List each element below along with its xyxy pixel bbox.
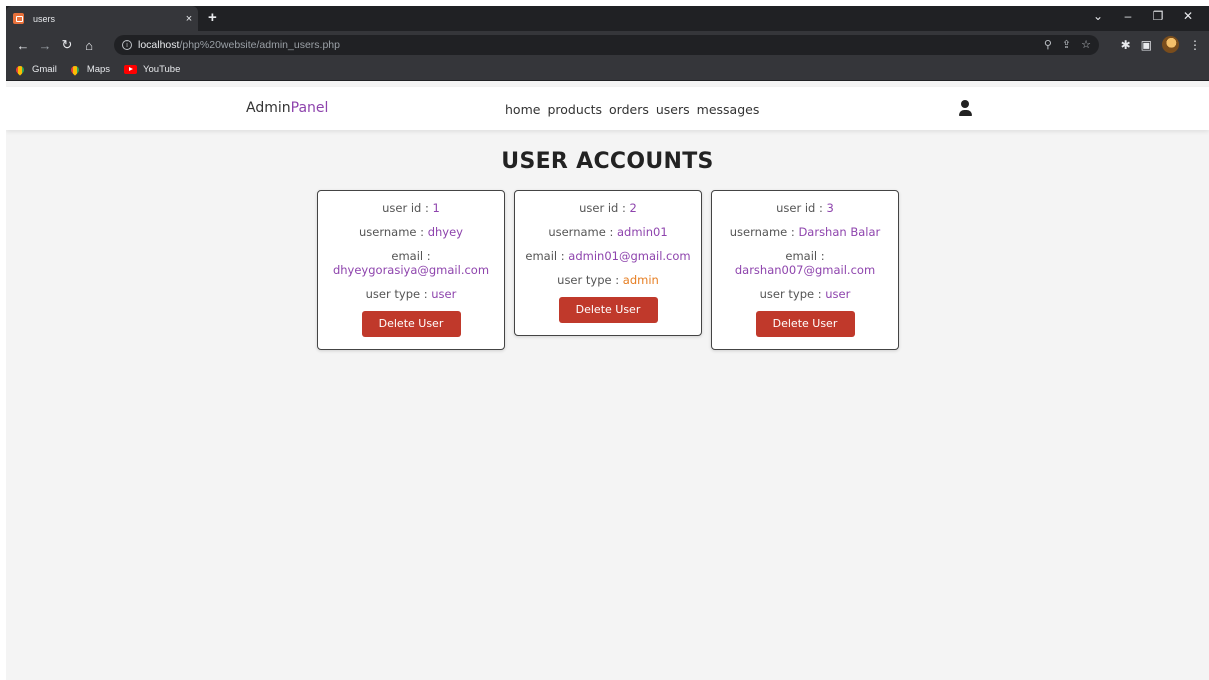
page-content: AdminPanel home products orders users me… bbox=[6, 87, 1209, 680]
user-type-row: user type : user bbox=[322, 287, 500, 301]
restore-icon[interactable]: ❐ bbox=[1143, 9, 1173, 23]
username-row: username : Darshan Balar bbox=[716, 225, 894, 239]
email-row: email : admin01@gmail.com bbox=[519, 249, 697, 263]
delete-user-button[interactable]: Delete User bbox=[755, 311, 855, 337]
browser-tab[interactable]: users × bbox=[6, 6, 198, 31]
tab-close-icon[interactable]: × bbox=[180, 13, 198, 25]
user-type-value: user bbox=[825, 287, 851, 301]
user-card: user id : 3 username : Darshan Balar ema… bbox=[711, 190, 899, 350]
bookmarks-bar: Gmail Maps YouTube bbox=[6, 59, 1209, 81]
user-type-row: user type : user bbox=[716, 287, 894, 301]
browser-toolbar: ← → ↻ ⌂ i localhost/php%20website/admin_… bbox=[6, 31, 1209, 59]
zoom-icon[interactable]: ⚲ bbox=[1044, 38, 1052, 51]
user-icon[interactable] bbox=[958, 100, 972, 117]
username-row: username : dhyey bbox=[322, 225, 500, 239]
email-value: darshan007@gmail.com bbox=[734, 263, 876, 277]
delete-user-button[interactable]: Delete User bbox=[558, 297, 658, 323]
home-icon[interactable]: ⌂ bbox=[78, 38, 100, 53]
user-icon-head bbox=[961, 100, 969, 108]
back-icon[interactable]: ← bbox=[12, 38, 34, 53]
email-value: dhyeygorasiya@gmail.com bbox=[332, 263, 490, 277]
user-id-value: 3 bbox=[826, 201, 834, 215]
bookmark-label: YouTube bbox=[143, 64, 181, 75]
user-type-label: user type : bbox=[759, 287, 826, 301]
user-id-row: user id : 1 bbox=[322, 201, 500, 215]
close-window-icon[interactable]: ✕ bbox=[1173, 9, 1203, 23]
maps-icon bbox=[69, 63, 81, 76]
user-type-label: user type : bbox=[557, 273, 623, 287]
bookmark-youtube[interactable]: YouTube bbox=[124, 64, 180, 75]
user-cards: user id : 1 username : dhyey email : dhy… bbox=[317, 190, 899, 350]
email-row: email : darshan007@gmail.com bbox=[716, 249, 894, 277]
share-icon[interactable]: ⇪ bbox=[1062, 38, 1071, 51]
profile-avatar[interactable] bbox=[1162, 36, 1179, 53]
logo-accent: Panel bbox=[290, 100, 329, 116]
browser-window: users × + ⌄ – ❐ ✕ ← → ↻ ⌂ i localhost/ph… bbox=[6, 6, 1209, 680]
user-icon-body bbox=[958, 110, 972, 116]
favicon-icon bbox=[13, 13, 24, 24]
email-label: email : bbox=[391, 249, 431, 263]
menu-icon[interactable]: ⋮ bbox=[1189, 38, 1201, 52]
window-controls: ⌄ – ❐ ✕ bbox=[1083, 9, 1203, 23]
youtube-icon bbox=[124, 65, 138, 74]
delete-user-button[interactable]: Delete User bbox=[361, 311, 461, 337]
address-bar[interactable]: i localhost/php%20website/admin_users.ph… bbox=[114, 35, 1099, 55]
username-value: admin01 bbox=[617, 225, 668, 239]
user-id-value: 2 bbox=[629, 201, 637, 215]
email-value: admin01@gmail.com bbox=[568, 249, 691, 263]
extensions-icon[interactable]: ✱ bbox=[1121, 38, 1131, 52]
user-type-value: admin bbox=[622, 273, 659, 287]
bookmark-label: Gmail bbox=[32, 64, 57, 75]
email-label: email : bbox=[785, 249, 825, 263]
bookmark-label: Maps bbox=[86, 64, 111, 75]
user-type-row: user type : admin bbox=[519, 273, 697, 287]
tab-search-icon[interactable]: ⌄ bbox=[1083, 9, 1113, 23]
user-type-value: user bbox=[431, 287, 457, 301]
nav-users[interactable]: users bbox=[656, 102, 690, 117]
username-label: username : bbox=[359, 225, 428, 239]
user-id-label: user id : bbox=[382, 201, 433, 215]
new-tab-button[interactable]: + bbox=[208, 9, 217, 26]
username-label: username : bbox=[548, 225, 617, 239]
forward-icon[interactable]: → bbox=[34, 38, 56, 53]
reload-icon[interactable]: ↻ bbox=[56, 37, 78, 53]
username-value: Darshan Balar bbox=[798, 225, 881, 239]
site-info-icon[interactable]: i bbox=[122, 40, 132, 50]
user-id-label: user id : bbox=[776, 201, 827, 215]
tab-strip: users × + ⌄ – ❐ ✕ bbox=[6, 6, 1209, 31]
logo[interactable]: AdminPanel bbox=[246, 100, 328, 116]
user-id-value: 1 bbox=[432, 201, 440, 215]
bookmark-star-icon[interactable]: ☆ bbox=[1081, 38, 1091, 51]
bookmark-maps[interactable]: Maps bbox=[69, 63, 111, 76]
url-path: /php%20website/admin_users.php bbox=[179, 39, 340, 51]
user-card: user id : 2 username : admin01 email : a… bbox=[514, 190, 702, 336]
tab-title: users bbox=[33, 13, 56, 24]
email-label: email : bbox=[525, 249, 569, 263]
toolbar-actions: ✱ ▣ ⋮ bbox=[1121, 36, 1201, 53]
logo-main: Admin bbox=[246, 100, 291, 116]
user-type-label: user type : bbox=[365, 287, 432, 301]
main-nav: home products orders users messages bbox=[505, 102, 759, 117]
nav-messages[interactable]: messages bbox=[697, 102, 760, 117]
site-header: AdminPanel home products orders users me… bbox=[6, 87, 1209, 130]
page-title: USER ACCOUNTS bbox=[501, 149, 714, 174]
url-host: localhost bbox=[138, 39, 180, 51]
user-id-row: user id : 3 bbox=[716, 201, 894, 215]
nav-home[interactable]: home bbox=[505, 102, 540, 117]
username-label: username : bbox=[729, 225, 799, 239]
username-row: username : admin01 bbox=[519, 225, 697, 239]
nav-products[interactable]: products bbox=[547, 102, 602, 117]
gmail-icon bbox=[14, 63, 26, 76]
omnibox-actions: ⚲ ⇪ ☆ bbox=[1044, 38, 1091, 51]
user-card: user id : 1 username : dhyey email : dhy… bbox=[317, 190, 505, 350]
user-id-row: user id : 2 bbox=[519, 201, 697, 215]
bookmark-gmail[interactable]: Gmail bbox=[14, 63, 57, 76]
minimize-icon[interactable]: – bbox=[1113, 9, 1143, 23]
username-value: dhyey bbox=[427, 225, 463, 239]
user-id-label: user id : bbox=[579, 201, 630, 215]
nav-orders[interactable]: orders bbox=[609, 102, 649, 117]
email-row: email : dhyeygorasiya@gmail.com bbox=[322, 249, 500, 277]
side-panel-icon[interactable]: ▣ bbox=[1141, 38, 1152, 52]
